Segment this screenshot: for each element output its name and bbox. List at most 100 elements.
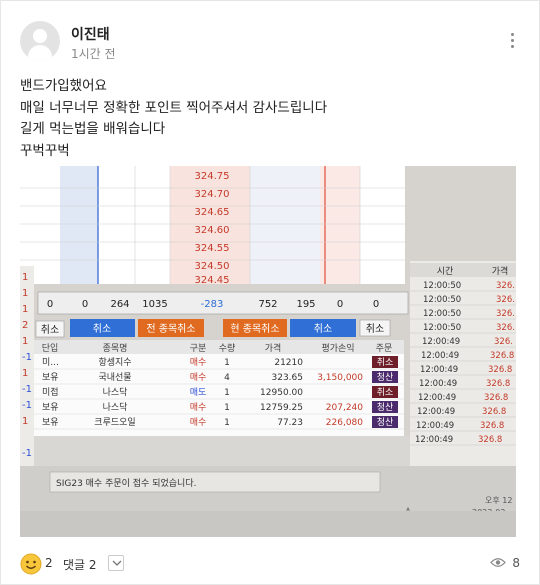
svg-text:326.8: 326.8 xyxy=(482,407,506,417)
svg-text:12:00:49: 12:00:49 xyxy=(422,337,460,347)
svg-text:청산: 청산 xyxy=(377,372,394,383)
post-line: 매일 너무너무 정확한 포인트 찍어주셔서 감사드립니다 xyxy=(20,99,328,116)
post-footer: 2 댓글 2 8 xyxy=(20,551,520,577)
svg-text:326.: 326. xyxy=(496,309,515,319)
post-time: 1시간 전 xyxy=(71,47,116,61)
svg-text:12950.00: 12950.00 xyxy=(260,388,303,398)
svg-text:매도: 매도 xyxy=(190,387,207,398)
svg-text:226,080: 226,080 xyxy=(326,418,363,428)
svg-text:취소: 취소 xyxy=(41,324,59,336)
svg-text:1: 1 xyxy=(224,358,230,368)
svg-text:항셍지수: 항셍지수 xyxy=(98,357,131,368)
svg-text:1: 1 xyxy=(22,288,28,299)
svg-text:미...: 미... xyxy=(42,357,59,368)
attached-photo[interactable]: 324.75 324.70 324.65 324.60 324.55 324.5… xyxy=(20,166,516,537)
svg-text:국내선물: 국내선물 xyxy=(98,372,131,383)
svg-text:323.65: 323.65 xyxy=(272,373,304,383)
svg-text:취소: 취소 xyxy=(366,323,384,335)
svg-text:오후 12: 오후 12 xyxy=(485,496,512,505)
svg-text:청산: 청산 xyxy=(377,402,394,413)
svg-text:12:00:50: 12:00:50 xyxy=(423,281,461,291)
svg-text:1: 1 xyxy=(22,304,28,315)
post-line: 길게 먹는법을 배워습니다 xyxy=(20,121,166,137)
svg-text:2: 2 xyxy=(22,320,28,331)
svg-text:시간: 시간 xyxy=(437,266,454,277)
svg-text:0: 0 xyxy=(47,299,53,310)
price-ladder: 324.75 324.70 324.65 324.60 324.55 324.5… xyxy=(195,171,230,286)
post-card: 이진태 1시간 전 밴드가입했어요 매일 너무너무 정확한 포인트 찍어주셔서 … xyxy=(0,0,540,585)
svg-text:326.: 326. xyxy=(496,281,515,291)
comment-link[interactable]: 댓글 2 xyxy=(63,556,97,573)
svg-text:매수: 매수 xyxy=(190,357,207,368)
comment-toggle-button[interactable] xyxy=(108,555,124,571)
svg-text:4: 4 xyxy=(224,373,230,383)
svg-text:보유: 보유 xyxy=(42,372,59,383)
price-level: 324.50 xyxy=(195,261,230,272)
svg-text:취소: 취소 xyxy=(93,323,111,335)
svg-text:1: 1 xyxy=(22,272,28,283)
svg-text:207,240: 207,240 xyxy=(326,403,363,413)
svg-text:전 종목취소: 전 종목취소 xyxy=(146,323,195,335)
trading-screen-photo: 324.75 324.70 324.65 324.60 324.55 324.5… xyxy=(20,166,516,537)
svg-text:-1: -1 xyxy=(22,352,32,363)
price-level: 324.55 xyxy=(195,243,230,254)
svg-text:가격: 가격 xyxy=(492,265,509,277)
svg-text:취소: 취소 xyxy=(314,323,332,335)
price-level: 324.60 xyxy=(195,225,230,236)
svg-text:단입: 단입 xyxy=(42,342,59,354)
price-level: 324.75 xyxy=(195,171,230,182)
svg-text:21210: 21210 xyxy=(274,358,303,368)
svg-text:12:00:49: 12:00:49 xyxy=(421,351,459,361)
svg-text:326.8: 326.8 xyxy=(488,365,512,375)
svg-text:1: 1 xyxy=(22,368,28,379)
author-name[interactable]: 이진태 xyxy=(71,24,110,44)
svg-text:326.: 326. xyxy=(496,295,515,305)
svg-text:3,150,000: 3,150,000 xyxy=(317,373,363,383)
svg-text:매수: 매수 xyxy=(190,372,207,383)
svg-text:매수: 매수 xyxy=(190,417,207,428)
svg-text:12:00:50: 12:00:50 xyxy=(423,323,461,333)
svg-text:12:00:49: 12:00:49 xyxy=(417,407,455,417)
svg-text:종목명: 종목명 xyxy=(103,343,128,354)
svg-text:가격: 가격 xyxy=(265,342,282,354)
svg-text:264: 264 xyxy=(110,299,129,310)
svg-text:-1: -1 xyxy=(22,448,32,459)
svg-text:현 종목취소: 현 종목취소 xyxy=(230,323,279,335)
chevron-down-icon xyxy=(112,560,122,566)
svg-text:12:00:50: 12:00:50 xyxy=(423,295,461,305)
smile-emoji-icon[interactable] xyxy=(20,553,42,575)
svg-text:12:00:50: 12:00:50 xyxy=(423,309,461,319)
svg-text:청산: 청산 xyxy=(377,417,394,428)
more-options-icon[interactable] xyxy=(509,33,515,51)
svg-text:-1: -1 xyxy=(22,400,32,411)
price-level: 324.70 xyxy=(195,189,230,200)
post-body: 밴드가입했어요 매일 너무너무 정확한 포인트 찍어주셔서 감사드립니다 길게 … xyxy=(20,76,520,162)
svg-text:326.8: 326.8 xyxy=(486,379,510,389)
reaction-count: 2 xyxy=(45,556,53,570)
svg-text:주문: 주문 xyxy=(376,343,393,354)
svg-text:취소: 취소 xyxy=(377,387,394,398)
svg-text:12:00:49: 12:00:49 xyxy=(418,393,456,403)
svg-text:0: 0 xyxy=(337,299,343,310)
svg-text:1: 1 xyxy=(22,336,28,347)
price-level: 324.65 xyxy=(195,207,230,218)
svg-text:12759.25: 12759.25 xyxy=(260,403,303,413)
svg-text:-1: -1 xyxy=(22,384,32,395)
svg-text:326.: 326. xyxy=(494,337,513,347)
svg-text:1: 1 xyxy=(224,388,230,398)
avatar[interactable] xyxy=(20,21,60,61)
svg-text:326.8: 326.8 xyxy=(484,393,508,403)
svg-text:보유: 보유 xyxy=(42,402,59,413)
svg-text:77.23: 77.23 xyxy=(277,418,303,428)
status-message: SIG23 매수 주문이 접수 되었습니다. xyxy=(56,477,196,489)
svg-text:12:00:49: 12:00:49 xyxy=(419,379,457,389)
svg-text:1035: 1035 xyxy=(142,299,167,310)
svg-text:미접: 미접 xyxy=(42,386,59,398)
svg-text:752: 752 xyxy=(258,299,277,310)
svg-text:-283: -283 xyxy=(201,299,224,310)
price-level: 324.45 xyxy=(195,275,230,286)
svg-text:나스닥: 나스닥 xyxy=(103,387,128,398)
svg-text:326.: 326. xyxy=(496,323,515,333)
svg-text:구분: 구분 xyxy=(190,343,207,354)
eye-icon xyxy=(490,558,506,567)
